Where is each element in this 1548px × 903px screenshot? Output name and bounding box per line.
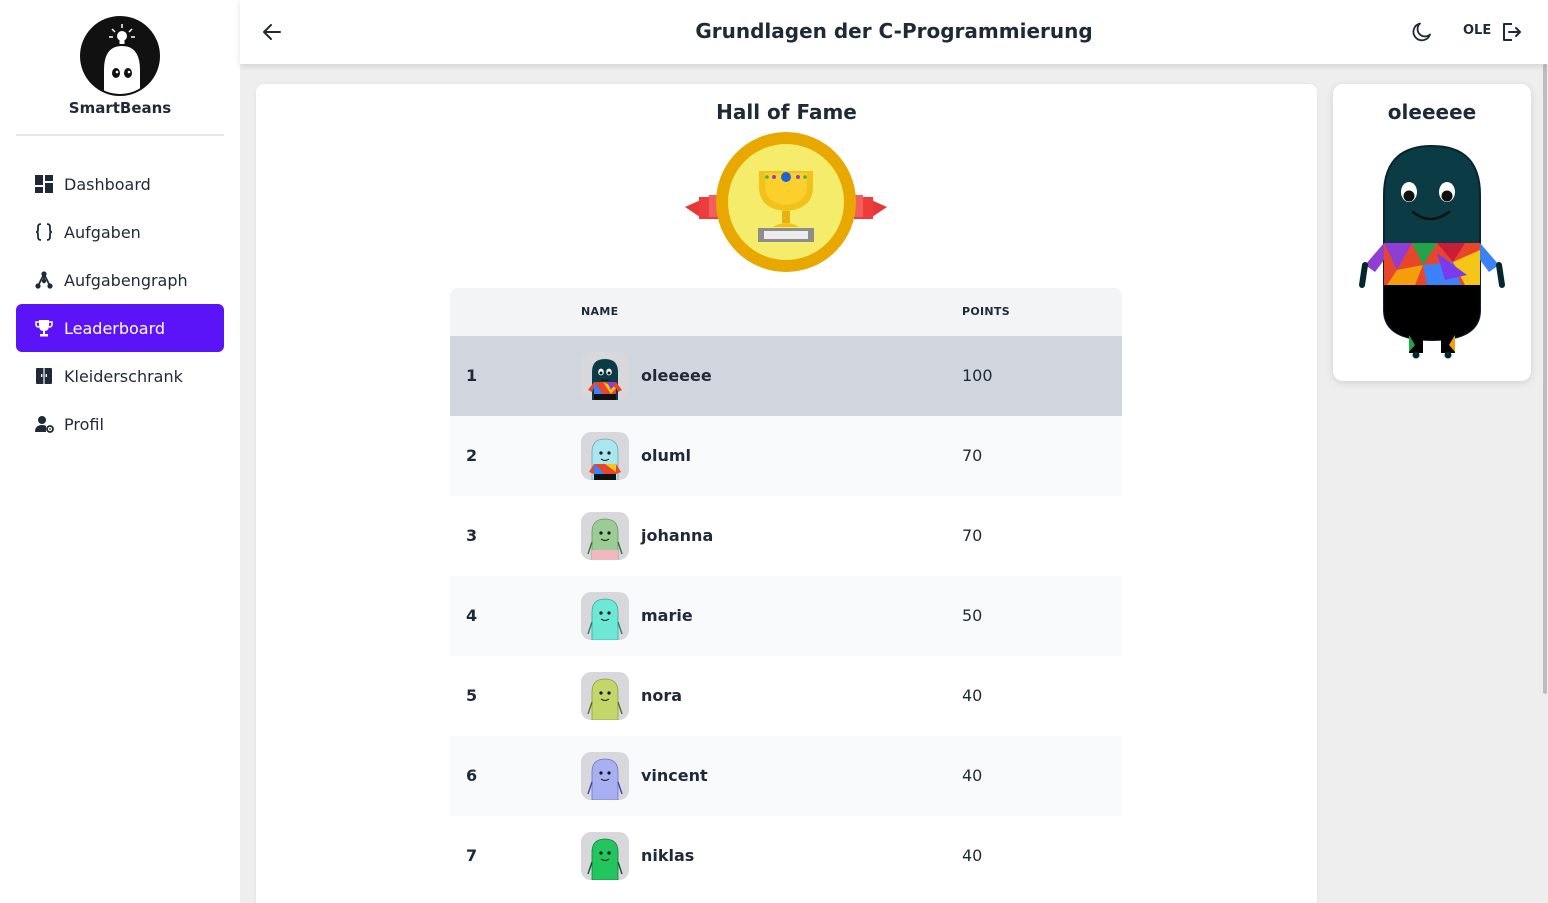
- sidebar-item-label: Dashboard: [64, 174, 151, 194]
- wardrobe-icon: [34, 366, 54, 386]
- hall-of-fame-title: Hall of Fame: [716, 100, 857, 124]
- rank-cell: 7: [466, 846, 478, 865]
- bean-avatar: [581, 352, 629, 400]
- table-row[interactable]: 1 oleeeee 100: [450, 336, 1122, 416]
- sidebar-nav: Dashboard Aufgaben Aufgabengraph Leaderb…: [16, 160, 224, 448]
- user-settings-icon: [34, 414, 54, 434]
- rank-cell: 3: [466, 526, 478, 545]
- sidebar-item-label: Leaderboard: [64, 318, 166, 338]
- profile-username: oleeeee: [1387, 100, 1477, 124]
- dashboard-icon: [34, 174, 54, 194]
- bean-avatar: [581, 672, 629, 720]
- sidebar-item-leaderboard[interactable]: Leaderboard: [16, 304, 224, 352]
- points-cell: 70: [962, 446, 983, 465]
- bean-avatar: [581, 512, 629, 560]
- sidebar-item-label: Profil: [64, 414, 104, 434]
- sidebar-item-profil[interactable]: Profil: [16, 400, 224, 448]
- top-header: Grundlagen der C-Programmierung OLE: [240, 0, 1548, 64]
- sidebar-item-dashboard[interactable]: Dashboard: [16, 160, 224, 208]
- dark-mode-moon-icon[interactable]: [1410, 20, 1434, 44]
- column-header-name: NAME: [581, 305, 619, 318]
- leaderboard-card: Hall of Fame NAME POINTS 1 oleeeee 100 2…: [256, 84, 1317, 903]
- username-cell: vincent: [641, 766, 708, 785]
- bean-avatar: [581, 832, 629, 880]
- username-cell: nora: [641, 686, 683, 705]
- username-cell: oluml: [641, 446, 692, 465]
- rank-cell: 5: [466, 686, 478, 705]
- smartbeans-logo[interactable]: [80, 16, 160, 96]
- trophy-icon: [34, 318, 54, 338]
- rank-cell: 1: [466, 366, 478, 385]
- points-cell: 40: [962, 766, 983, 785]
- column-header-points: POINTS: [962, 305, 1010, 318]
- bean-avatar: [581, 752, 629, 800]
- points-cell: 40: [962, 686, 983, 705]
- bean-avatar: [581, 592, 629, 640]
- sidebar-item-label: Aufgabengraph: [64, 270, 188, 290]
- rank-cell: 2: [466, 446, 478, 465]
- profile-card: oleeeee: [1333, 84, 1531, 381]
- rank-cell: 6: [466, 766, 478, 785]
- table-row[interactable]: 3 johanna 70: [450, 496, 1122, 576]
- sidebar: SmartBeans Dashboard Aufgaben Aufgabengr…: [0, 0, 240, 903]
- sidebar-item-label: Aufgaben: [64, 222, 141, 242]
- rank-cell: 4: [466, 606, 478, 625]
- leaderboard-table: NAME POINTS 1 oleeeee 100 2 oluml 70 3 j…: [450, 288, 1122, 896]
- table-row[interactable]: 2 oluml 70: [450, 416, 1122, 496]
- table-row[interactable]: 5 nora 40: [450, 656, 1122, 736]
- logout-icon[interactable]: [1499, 20, 1523, 44]
- user-label: OLE: [1463, 23, 1492, 38]
- username-cell: oleeeee: [641, 366, 712, 385]
- bean-character: [1357, 140, 1507, 365]
- points-cell: 40: [962, 846, 983, 865]
- sidebar-divider: [16, 134, 224, 136]
- username-cell: marie: [641, 606, 693, 625]
- sidebar-item-aufgaben[interactable]: Aufgaben: [16, 208, 224, 256]
- username-cell: johanna: [641, 526, 714, 545]
- braces-icon: [34, 222, 54, 242]
- sidebar-item-label: Kleiderschrank: [64, 366, 183, 386]
- points-cell: 70: [962, 526, 983, 545]
- graph-icon: [34, 270, 54, 290]
- username-cell: niklas: [641, 846, 695, 865]
- table-header: NAME POINTS: [450, 288, 1122, 336]
- brand-name: SmartBeans: [68, 99, 172, 117]
- bean-avatar: [581, 432, 629, 480]
- sidebar-item-aufgabengraph[interactable]: Aufgabengraph: [16, 256, 224, 304]
- page-title: Grundlagen der C-Programmierung: [695, 19, 1093, 43]
- sidebar-item-kleiderschrank[interactable]: Kleiderschrank: [16, 352, 224, 400]
- points-cell: 50: [962, 606, 983, 625]
- table-row[interactable]: 6 vincent 40: [450, 736, 1122, 816]
- table-row[interactable]: 7 niklas 40: [450, 816, 1122, 896]
- page-scrollbar[interactable]: [1543, 64, 1547, 694]
- trophy-badge-icon: [685, 131, 887, 273]
- points-cell: 100: [962, 366, 993, 385]
- table-row[interactable]: 4 marie 50: [450, 576, 1122, 656]
